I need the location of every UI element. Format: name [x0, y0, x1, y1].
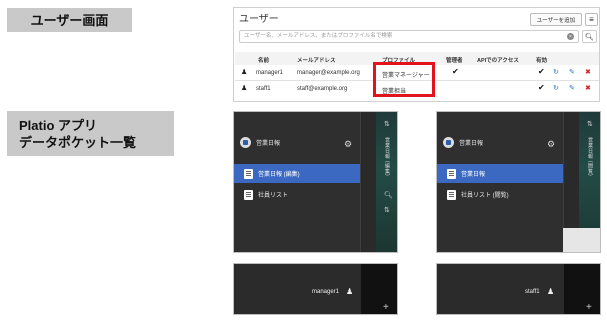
- blank-area: [563, 228, 600, 252]
- section-label-platio-line1: Platio アプリ: [19, 117, 98, 133]
- password-reset-icon[interactable]: ↻: [553, 84, 559, 92]
- delete-icon[interactable]: ✖: [585, 84, 591, 92]
- user-icon[interactable]: ♟︎: [547, 287, 554, 296]
- sort-icon[interactable]: ⇅: [587, 120, 593, 128]
- drawer-item-label: 社員リスト (閲覧): [461, 193, 509, 199]
- section-label-users: ユーザー画面: [7, 8, 132, 32]
- side-pocket-label: 営業日報 (閲覧): [587, 137, 593, 177]
- phone-staff-footer: staff1 ♟︎ +: [436, 263, 601, 315]
- column-header-api: APIでのアクセス: [477, 58, 519, 64]
- section-label-platio: Platio アプリ データポケット一覧: [7, 111, 174, 156]
- record-list-icon: [244, 168, 253, 179]
- add-icon[interactable]: +: [586, 302, 592, 313]
- row-email: staff@example.org: [297, 86, 348, 92]
- row-enabled: ✔: [538, 83, 545, 92]
- sort-icon[interactable]: ⇅: [384, 206, 390, 214]
- drawer-item-label: 営業日報: [461, 172, 486, 178]
- user-icon: ♟︎: [241, 85, 248, 92]
- search-input[interactable]: ユーザー名、メールアドレス、またはプロファイル名で検索: [239, 30, 579, 43]
- column-header-admin: 管理者: [446, 58, 463, 64]
- app-name: 営業日報: [459, 141, 484, 147]
- drawer-item-pocket[interactable]: 営業日報: [437, 164, 563, 183]
- side-pocket-label: 営業日報 (編集): [384, 137, 390, 177]
- row-name: staff1: [256, 86, 271, 92]
- app-name: 営業日報: [256, 141, 281, 147]
- add-icon[interactable]: +: [383, 302, 389, 313]
- user-icon[interactable]: ♟︎: [346, 287, 353, 296]
- edit-icon[interactable]: ✎: [569, 84, 575, 92]
- delete-icon[interactable]: ✖: [585, 68, 591, 76]
- column-header-enabled: 有効: [536, 58, 548, 64]
- section-label-users-text: ユーザー画面: [30, 12, 109, 28]
- clear-icon[interactable]: ×: [567, 33, 574, 40]
- drawer-item-staff-list-view[interactable]: 社員リスト (閲覧): [437, 185, 563, 204]
- drawer-item-label: 社員リスト: [258, 193, 289, 199]
- column-header-email: メールアドレス: [297, 58, 336, 64]
- add-user-button[interactable]: ユーザーを追加: [530, 13, 582, 26]
- hamburger-icon[interactable]: ≡: [585, 13, 598, 26]
- app-logo-icon: [443, 137, 454, 148]
- footer-dark-panel: [564, 264, 600, 314]
- drawer-item-pocket-edit[interactable]: 営業日報 (編集): [234, 164, 360, 183]
- current-user-name: staff1: [525, 289, 540, 295]
- row-admin: ✔: [452, 67, 459, 76]
- row-name: manager1: [256, 70, 284, 76]
- drawer-item-staff-list[interactable]: 社員リスト: [234, 185, 360, 204]
- edit-icon[interactable]: ✎: [569, 68, 575, 76]
- search-icon[interactable]: 🔍︎: [384, 191, 393, 199]
- section-label-platio-line2: データポケット一覧: [19, 134, 137, 150]
- app-header[interactable]: 営業日報: [240, 137, 280, 148]
- drawer-edge: [360, 112, 376, 252]
- app-background-strip: [376, 112, 397, 252]
- password-reset-icon[interactable]: ↻: [553, 68, 559, 76]
- phone-staff-drawer: 営業日報 ⚙︎ 営業日報 社員リスト (閲覧) ⇅ 営業日報 (閲覧): [436, 111, 601, 253]
- phone-manager-drawer: 営業日報 ⚙︎ 営業日報 (編集) 社員リスト ⇅ 営業日報 (編集) 🔍︎ ⇅: [233, 111, 398, 253]
- gear-icon[interactable]: ⚙︎: [547, 139, 555, 150]
- record-list-icon: [447, 168, 456, 179]
- search-icon[interactable]: 🔍︎: [582, 30, 597, 43]
- record-list-icon: [244, 189, 253, 200]
- footer-dark-panel: [361, 264, 397, 314]
- column-header-name: 名前: [258, 58, 270, 64]
- phone-manager-footer: manager1 ♟︎ +: [233, 263, 398, 315]
- profile-highlight-box: [373, 62, 435, 97]
- gear-icon[interactable]: ⚙︎: [344, 139, 352, 150]
- drawer-item-label: 営業日報 (編集): [258, 172, 300, 178]
- panel-title: ユーザー: [239, 14, 279, 25]
- current-user-name: manager1: [312, 289, 340, 295]
- app-header[interactable]: 営業日報: [443, 137, 483, 148]
- record-list-icon: [447, 189, 456, 200]
- sort-icon[interactable]: ⇅: [384, 120, 390, 128]
- user-icon: ♟︎: [241, 69, 248, 76]
- row-email: manager@example.org: [297, 70, 360, 76]
- app-logo-icon: [240, 137, 251, 148]
- row-enabled: ✔: [538, 67, 545, 76]
